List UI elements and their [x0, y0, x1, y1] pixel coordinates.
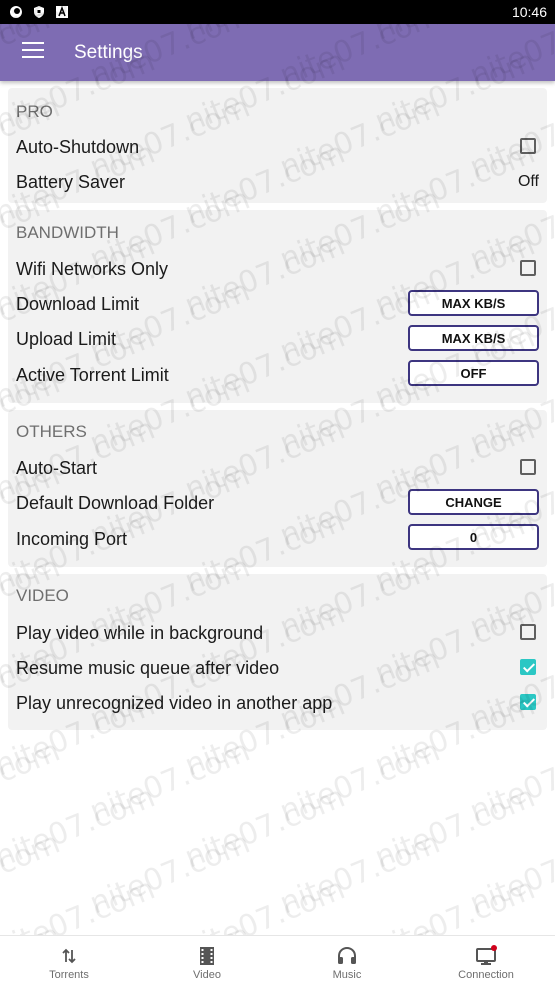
active-torrent-limit-button[interactable]: OFF [408, 360, 539, 386]
monitor-icon [475, 945, 497, 967]
active-torrent-limit-label: Active Torrent Limit [16, 365, 169, 385]
incoming-port-label: Incoming Port [16, 529, 128, 549]
nav-music-label: Music [332, 969, 362, 981]
auto-start-checkbox[interactable] [520, 459, 536, 475]
watermark-text: nite07.com [0, 780, 160, 876]
watermark-text: nite07.com [465, 734, 555, 830]
resume-music-label: Resume music queue after video [16, 658, 280, 678]
section-title-others: OTHERS [16, 422, 87, 441]
nav-video-label: Video [193, 969, 221, 981]
download-limit-label: Download Limit [16, 294, 140, 314]
watermark-text: nite07.com [85, 734, 255, 830]
section-pro: PRO Auto-Shutdown Battery Saver Off [8, 88, 547, 203]
watermark-text: nite07.com [275, 826, 445, 922]
nav-music[interactable]: Music [287, 936, 407, 988]
bottom-navigation: Torrents Video Music Connection [0, 935, 555, 988]
app-notification-icon [9, 5, 23, 19]
watermark-text: nite07.com [370, 780, 540, 876]
status-bar: 10:46 [0, 0, 555, 24]
section-title-bandwidth: BANDWIDTH [16, 223, 119, 242]
nav-connection[interactable]: Connection [426, 936, 546, 988]
download-folder-label: Default Download Folder [16, 493, 215, 513]
app-bar: Settings [0, 24, 555, 81]
section-others: OTHERS Auto-Start Default Download Folde… [8, 410, 547, 567]
incoming-port-button[interactable]: 0 [408, 524, 539, 550]
watermark-text: nite07.com [85, 826, 255, 922]
torrents-arrows-icon [58, 945, 80, 967]
auto-start-label: Auto-Start [16, 458, 98, 478]
battery-saver-label: Battery Saver [16, 172, 126, 192]
auto-shutdown-label: Auto-Shutdown [16, 137, 140, 157]
headphones-icon [336, 945, 358, 967]
shield-icon [32, 5, 46, 19]
hamburger-menu-icon[interactable] [22, 42, 44, 62]
nav-connection-label: Connection [458, 969, 514, 981]
watermark-text: nite07.com [275, 734, 445, 830]
letter-a-icon [55, 5, 69, 19]
battery-saver-value[interactable]: Off [518, 173, 539, 191]
background-play-checkbox[interactable] [520, 624, 536, 640]
section-title-video: VIDEO [16, 586, 69, 605]
watermark-text: nite07.com [465, 826, 555, 922]
nav-torrents-label: Torrents [49, 969, 89, 981]
upload-limit-button[interactable]: MAX KB/S [408, 325, 539, 351]
auto-shutdown-checkbox[interactable] [520, 138, 536, 154]
change-folder-button[interactable]: CHANGE [408, 489, 539, 515]
nav-video[interactable]: Video [147, 936, 267, 988]
section-bandwidth: BANDWIDTH Wifi Networks Only Download Li… [8, 210, 547, 403]
section-title-pro: PRO [16, 102, 53, 121]
status-icons [9, 5, 69, 19]
page-title: Settings [74, 42, 143, 63]
upload-limit-label: Upload Limit [16, 329, 117, 349]
unrecognized-video-checkbox[interactable] [520, 694, 536, 710]
watermark-text: nite07.com [0, 826, 65, 922]
status-time: 10:46 [511, 4, 547, 20]
watermark-text: nite07.com [180, 780, 350, 876]
film-strip-icon [196, 945, 218, 967]
background-play-label: Play video while in background [16, 623, 264, 643]
wifi-only-label: Wifi Networks Only [16, 259, 169, 279]
unrecognized-video-label: Play unrecognized video in another app [16, 693, 333, 713]
watermark-text: nite07.com [0, 734, 65, 830]
wifi-only-checkbox[interactable] [520, 260, 536, 276]
download-limit-button[interactable]: MAX KB/S [408, 290, 539, 316]
nav-torrents[interactable]: Torrents [9, 936, 129, 988]
resume-music-checkbox[interactable] [520, 659, 536, 675]
section-video: VIDEO Play video while in background Res… [8, 574, 547, 730]
connection-badge [491, 945, 497, 951]
